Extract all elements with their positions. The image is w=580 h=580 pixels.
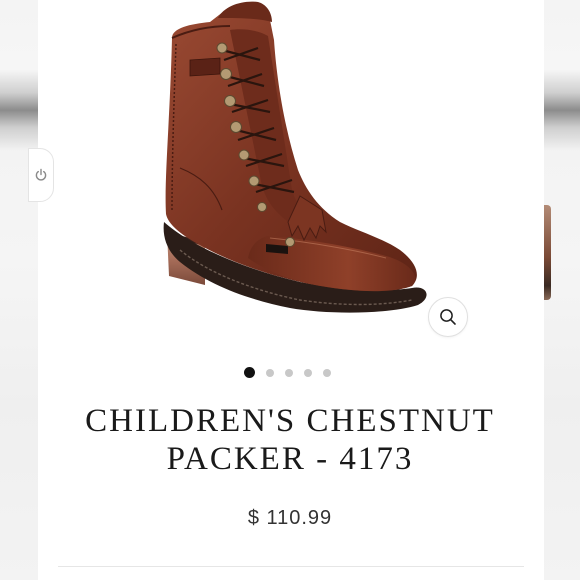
next-slide-preview[interactable]: [544, 0, 580, 580]
previous-slide-preview[interactable]: [0, 0, 38, 580]
pagination-dot-1[interactable]: [244, 367, 255, 378]
pagination-dot-4[interactable]: [304, 368, 312, 377]
product-image[interactable]: [150, 0, 450, 330]
power-icon: [35, 168, 47, 181]
pagination-dot-2[interactable]: [266, 368, 274, 377]
product-price: $ 110.99: [247, 507, 333, 529]
magnifier-icon: [440, 309, 456, 325]
pagination-dot-3[interactable]: [285, 368, 293, 377]
product-page: CHILDREN'S CHESTNUT PACKER - 4173 $ 110.…: [0, 0, 580, 580]
product-title: CHILDREN'S CHESTNUT PACKER - 4173: [40, 402, 540, 478]
product-title-line-1: CHILDREN'S CHESTNUT: [85, 403, 495, 439]
pagination-dot-5[interactable]: [323, 368, 331, 377]
divider: [58, 566, 524, 567]
zoom-button[interactable]: [428, 297, 468, 337]
next-product-image-edge: [544, 205, 551, 300]
gallery-pagination: [244, 367, 331, 378]
product-title-line-2: PACKER - 4173: [166, 441, 414, 477]
power-button[interactable]: [28, 148, 54, 202]
boot-illustration: [163, 1, 427, 313]
